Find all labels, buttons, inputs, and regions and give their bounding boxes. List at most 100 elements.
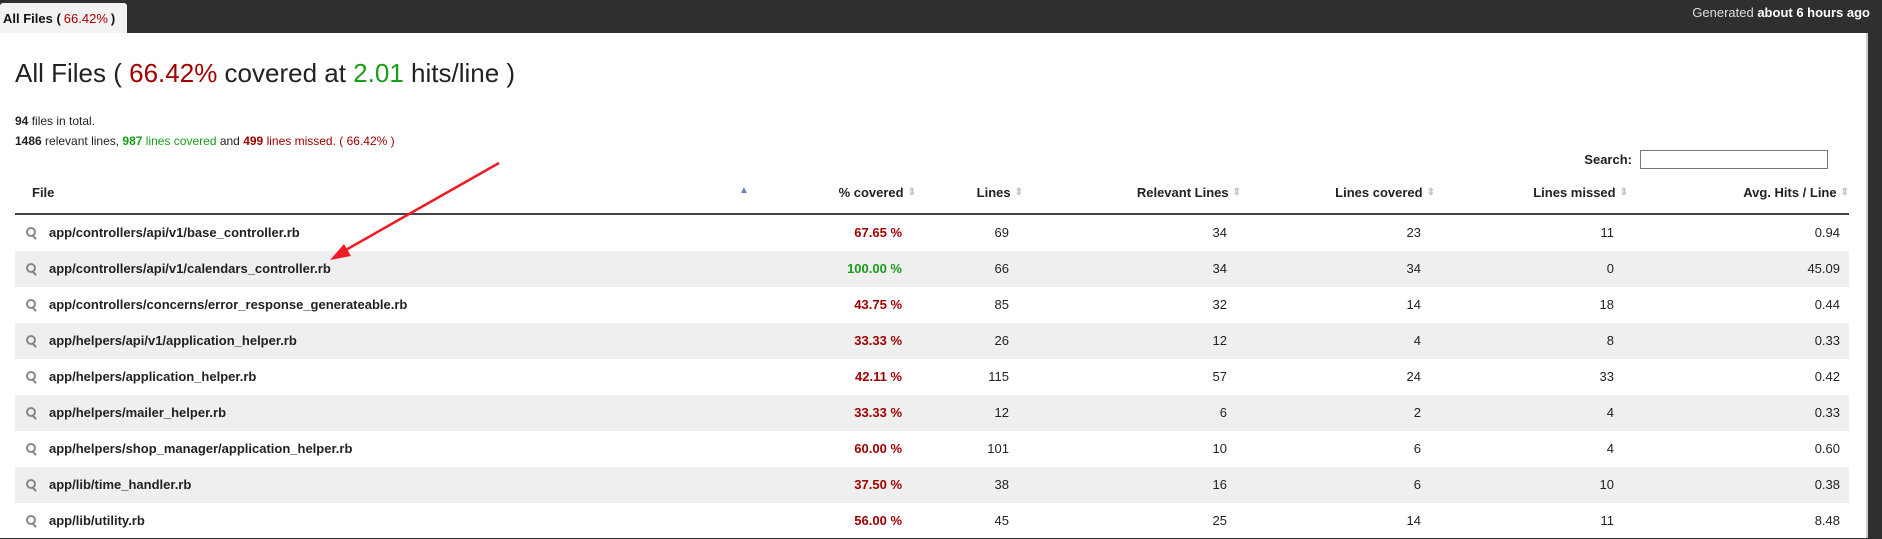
generated-info: Generated about 6 hours ago [1692,5,1870,20]
file-name: app/controllers/concerns/error_response_… [49,297,408,312]
generated-when: about 6 hours ago [1757,5,1870,20]
sort-icon: ⇕ [1619,187,1628,198]
file-link[interactable]: app/controllers/api/v1/calendars_control… [26,261,331,276]
summary-lines: 1486 relevant lines, 987 lines covered a… [15,134,395,148]
generated-prefix: Generated [1692,5,1754,20]
page-title: All Files ( 66.42% covered at 2.01 hits/… [15,58,516,88]
summary-files: 94 files in total. [15,114,96,128]
cell-avg: 0.42 [1814,369,1840,384]
search-label: Search: [1584,152,1632,167]
magnifier-icon [26,514,37,527]
cell-missed: 33 [1599,369,1614,384]
cell-lines: 38 [994,477,1009,492]
sort-icon: ⇕ [1426,187,1435,198]
cell-lines-covered: 2 [1413,405,1421,420]
magnifier-icon [26,406,37,419]
cell-covered: 37.50 % [854,477,902,492]
col-lines-covered[interactable]: Lines covered ⇕ [1335,185,1435,200]
cell-relevant: 34 [1212,225,1227,240]
cell-relevant: 32 [1212,297,1227,312]
title-hits: 2.01 [353,58,404,88]
cell-avg: 0.94 [1814,225,1840,240]
cell-missed: 0 [1606,261,1614,276]
table-row: app/lib/utility.rb 56.00 % 45 25 14 11 8.48 [15,503,1849,539]
file-link[interactable]: app/lib/utility.rb [26,513,145,528]
cell-avg: 0.33 [1814,405,1840,420]
cell-lines-covered: 6 [1413,477,1421,492]
table-row: app/helpers/mailer_helper.rb 33.33 % 12 6 2 4… [15,395,1849,431]
cell-missed: 11 [1600,225,1615,240]
file-link[interactable]: app/helpers/mailer_helper.rb [26,405,226,420]
cell-lines-covered: 14 [1406,297,1421,312]
file-link[interactable]: app/controllers/api/v1/base_controller.r… [26,225,300,240]
table-row: app/helpers/application_helper.rb 42.11 %… [15,359,1849,395]
cell-covered: 42.11 % [855,369,902,384]
col-covered[interactable]: % covered ⇕ [839,185,916,200]
cell-relevant: 57 [1212,369,1227,384]
cell-relevant: 10 [1212,441,1227,456]
cell-avg: 0.60 [1814,441,1840,456]
cell-relevant: 25 [1212,513,1227,528]
sort-asc-icon[interactable]: ▲ [739,185,749,196]
magnifier-icon [26,334,37,347]
magnifier-icon [26,370,37,383]
cell-covered: 43.75 % [854,297,902,312]
cell-relevant: 34 [1212,261,1227,276]
top-bar: All Files ( 66.42% ) Generated about 6 h… [0,0,1882,33]
table-row: app/helpers/api/v1/application_helper.rb… [15,323,1849,359]
magnifier-icon [26,298,37,311]
magnifier-icon [26,478,37,491]
col-relevant-lines[interactable]: Relevant Lines ⇕ [1137,185,1241,200]
cell-missed: 4 [1606,405,1614,420]
cell-avg: 45.09 [1807,261,1840,276]
search-input[interactable] [1640,150,1828,169]
cell-lines-covered: 14 [1406,513,1421,528]
cell-missed: 18 [1599,297,1614,312]
col-avg-hits[interactable]: Avg. Hits / Line ⇕ [1743,185,1849,200]
tab-all-files[interactable]: All Files ( 66.42% ) [0,3,128,33]
file-link[interactable]: app/lib/time_handler.rb [26,477,191,492]
table-row: app/controllers/concerns/error_response_… [15,287,1849,323]
cell-covered: 67.65 % [854,225,902,240]
cell-lines-covered: 23 [1406,225,1421,240]
cell-lines: 12 [994,405,1009,420]
file-name: app/helpers/api/v1/application_helper.rb [49,333,297,348]
table-row: app/lib/time_handler.rb 37.50 % 38 16 6 10 0.3… [15,467,1849,503]
cell-missed: 11 [1600,513,1615,528]
file-name: app/controllers/api/v1/base_controller.r… [49,225,300,240]
file-name: app/controllers/api/v1/calendars_control… [49,261,331,276]
cell-lines: 101 [987,441,1009,456]
col-lines-missed[interactable]: Lines missed ⇕ [1533,185,1628,200]
search-box: Search: [1584,150,1828,169]
table-header: File ▲ % covered ⇕ Lines ⇕ Relevant Lines ⇕… [15,173,1849,215]
file-link[interactable]: app/helpers/shop_manager/application_hel… [26,441,352,456]
file-name: app/helpers/shop_manager/application_hel… [49,441,353,456]
magnifier-icon [26,262,37,275]
cell-lines: 45 [994,513,1009,528]
table-row: app/controllers/api/v1/base_controller.r… [15,215,1849,251]
cell-lines-covered: 34 [1406,261,1421,276]
sort-icon: ⇕ [1840,187,1849,198]
table-row: app/controllers/api/v1/calendars_control… [15,251,1849,287]
cell-lines: 66 [994,261,1009,276]
cell-avg: 0.38 [1814,477,1840,492]
col-file[interactable]: File [32,185,54,200]
file-link[interactable]: app/helpers/application_helper.rb [26,369,256,384]
file-link[interactable]: app/controllers/concerns/error_response_… [26,297,407,312]
cell-covered: 100.00 % [847,261,902,276]
table-row: app/helpers/shop_manager/application_hel… [15,431,1849,467]
tab-percent: 66.42% [63,10,108,26]
file-name: app/helpers/mailer_helper.rb [49,405,227,420]
cell-covered: 33.33 % [854,333,902,348]
tab-label-prefix: All Files ( [3,10,61,26]
sort-icon: ⇕ [1232,187,1241,198]
cell-relevant: 6 [1219,405,1227,420]
col-lines[interactable]: Lines ⇕ [977,185,1023,200]
cell-lines-covered: 24 [1406,369,1421,384]
file-link[interactable]: app/helpers/api/v1/application_helper.rb [26,333,297,348]
summary: 94 files in total. 1486 relevant lines, … [15,111,395,151]
sort-icon: ⇕ [1014,187,1023,198]
cell-relevant: 16 [1212,477,1227,492]
cell-missed: 10 [1599,477,1614,492]
magnifier-icon [26,442,37,455]
